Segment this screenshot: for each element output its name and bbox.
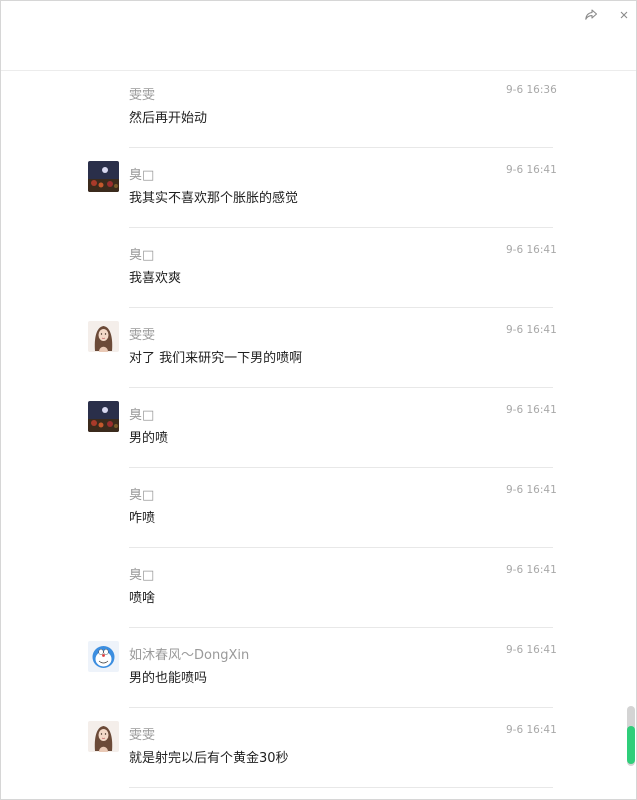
separator [129,147,553,148]
share-icon [584,8,598,22]
message-text: 我喜欢爽 [129,271,182,286]
message-time: 9-6 16:41 [506,644,557,656]
doraemon-avatar[interactable] [88,641,119,672]
girl-avatar[interactable] [88,321,119,352]
message-time: 9-6 16:41 [506,484,557,496]
share-button[interactable] [581,5,601,25]
message-text: 男的也能喷吗 [129,671,208,686]
sender-name: 臭□ [129,568,155,583]
sender-name: 臭□ [129,408,155,423]
message-text: 咋喷 [129,511,156,526]
close-button[interactable] [614,5,634,25]
message-item: 如沐春风～DongXin 9-6 16:41 男的也能喷吗 [1,632,626,712]
separator [129,227,553,228]
separator [129,467,553,468]
message-item: 雯雯 9-6 16:41 就是射完以后有个黄金30秒 [1,712,626,792]
message-item: 雯雯 9-6 16:36 然后再开始动 [1,72,626,152]
title-bar [1,1,636,71]
message-time: 9-6 16:41 [506,324,557,336]
separator [129,627,553,628]
message-time: 9-6 16:41 [506,164,557,176]
sender-name: 雯雯 [129,328,156,343]
sender-name: 如沐春风～DongXin [129,648,250,663]
message-item: 臭□ 9-6 16:41 喷啥 [1,552,626,632]
girl-avatar[interactable] [88,721,119,752]
message-text: 我其实不喜欢那个胀胀的感觉 [129,191,299,206]
scrollbar-thumb[interactable] [627,726,635,764]
separator [129,307,553,308]
night-avatar[interactable] [88,401,119,432]
sender-name: 雯雯 [129,88,156,103]
sender-name: 臭□ [129,248,155,263]
message-time: 9-6 16:41 [506,244,557,256]
sender-name: 雯雯 [129,728,156,743]
message-time: 9-6 16:41 [506,564,557,576]
message-time: 9-6 16:41 [506,724,557,736]
message-list[interactable]: 雯雯 9-6 16:36 然后再开始动 臭□ 9-6 16:41 我其实不喜欢那… [1,72,626,799]
chat-history-window: 雯雯 9-6 16:36 然后再开始动 臭□ 9-6 16:41 我其实不喜欢那… [0,0,637,800]
separator [129,387,553,388]
separator [129,787,553,788]
message-text: 喷啥 [129,591,156,606]
night-avatar[interactable] [88,161,119,192]
message-text: 就是射完以后有个黄金30秒 [129,751,289,766]
message-item: 臭□ 9-6 16:41 男的喷 [1,392,626,472]
message-time: 9-6 16:41 [506,404,557,416]
separator [129,707,553,708]
message-text: 对了 我们来研究一下男的喷啊 [129,351,303,366]
message-item: 雯雯 9-6 16:41 对了 我们来研究一下男的喷啊 [1,312,626,392]
sender-name: 臭□ [129,488,155,503]
message-text: 然后再开始动 [129,111,208,126]
message-text: 男的喷 [129,431,169,446]
message-item: 臭□ 9-6 16:41 我喜欢爽 [1,232,626,312]
message-item: 臭□ 9-6 16:41 咋喷 [1,472,626,552]
message-time: 9-6 16:36 [506,84,557,96]
separator [129,547,553,548]
sender-name: 臭□ [129,168,155,183]
message-item: 臭□ 9-6 16:41 我其实不喜欢那个胀胀的感觉 [1,152,626,232]
close-icon [619,10,629,20]
